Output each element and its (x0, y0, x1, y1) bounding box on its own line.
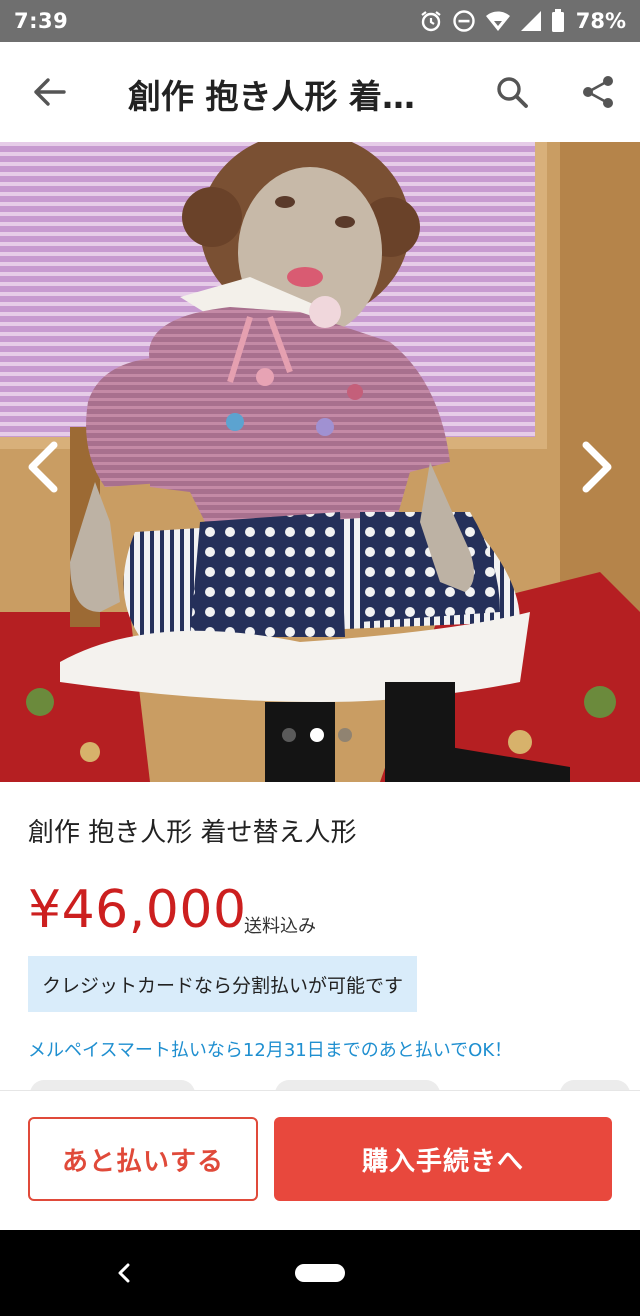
search-button[interactable] (490, 70, 534, 114)
do-not-disturb-icon (452, 9, 476, 33)
product-photo (0, 142, 640, 782)
status-bar: 7:39 78% (0, 0, 640, 42)
carousel-prev-button[interactable] (18, 432, 68, 502)
share-button[interactable] (576, 70, 620, 114)
wifi-icon (485, 10, 511, 32)
search-icon (497, 77, 528, 108)
alarm-icon (419, 9, 443, 33)
carousel-dots (282, 728, 352, 742)
merpay-link[interactable]: メルペイスマート払いなら12月31日までのあと払いでOK！ (28, 1036, 512, 1062)
system-nav-bar (0, 1230, 640, 1316)
status-icons: 78% (419, 9, 626, 33)
back-button[interactable] (26, 72, 72, 112)
later-pay-button[interactable]: あと払いする (28, 1117, 258, 1201)
credit-installment-banner[interactable]: クレジットカードなら分割払いが可能です (28, 956, 418, 1012)
tag-chip[interactable] (275, 1080, 440, 1090)
share-icon (583, 76, 613, 108)
app-header: 創作 抱き人形 着… (0, 42, 640, 142)
tag-chip[interactable] (30, 1080, 195, 1090)
nav-back-icon (118, 1263, 130, 1283)
carousel-dot-active[interactable] (310, 728, 324, 742)
tag-chip[interactable] (560, 1080, 630, 1090)
carousel-dot[interactable] (282, 728, 296, 742)
chevron-left-icon (28, 441, 58, 493)
arrow-left-icon (34, 78, 66, 106)
signal-icon (520, 10, 542, 32)
carousel-dot[interactable] (338, 728, 352, 742)
shipping-note: 送料込み (244, 916, 316, 937)
tag-chips-row (0, 1080, 640, 1090)
bottom-action-bar: あと払いする 購入手続きへ (0, 1090, 640, 1231)
status-time: 7:39 (14, 9, 69, 33)
product-image-carousel[interactable] (0, 142, 640, 782)
item-title: 創作 抱き人形 着せ替え人形 (28, 818, 357, 848)
nav-home-pill[interactable] (295, 1264, 345, 1282)
nav-back-button[interactable] (110, 1258, 138, 1288)
page-title: 創作 抱き人形 着… (128, 77, 415, 116)
purchase-button[interactable]: 購入手続きへ (274, 1117, 612, 1201)
chevron-right-icon (582, 441, 612, 493)
item-price: ¥46,000 (28, 880, 247, 940)
carousel-next-button[interactable] (572, 432, 622, 502)
battery-percent: 78% (575, 9, 626, 33)
battery-icon (551, 9, 565, 33)
